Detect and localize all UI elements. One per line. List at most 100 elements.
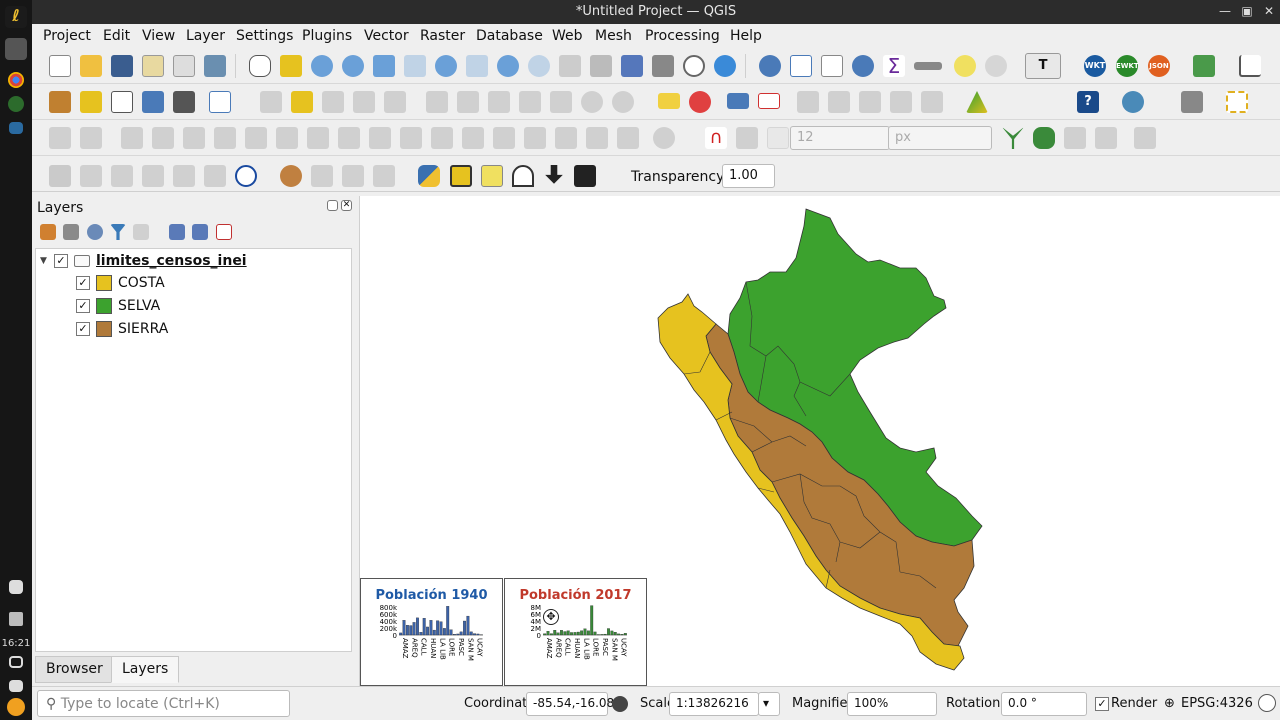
show-hide-labels-icon[interactable] [797, 91, 819, 113]
menu-project[interactable]: Project [43, 28, 91, 44]
copy-move-icon[interactable] [173, 165, 195, 187]
add-part-icon[interactable] [214, 127, 236, 149]
group-visibility-checkbox[interactable]: ✓ [54, 254, 68, 268]
add-layer-icon[interactable] [1193, 55, 1215, 77]
zoom-selection-icon[interactable] [404, 55, 426, 77]
qgis-task-icon[interactable] [8, 96, 24, 112]
zoom-next-icon[interactable] [528, 55, 550, 77]
delete-ring-icon[interactable] [276, 127, 298, 149]
shape-digitize-icon[interactable] [653, 127, 675, 149]
style-layer-icon[interactable] [40, 224, 56, 240]
layer-visibility-checkbox[interactable]: ✓ [76, 299, 90, 313]
text-annotation-icon[interactable]: T [1025, 53, 1061, 79]
select-features-icon[interactable] [1226, 91, 1248, 113]
snapping-tolerance-input[interactable]: 12 [790, 126, 890, 150]
chevron-down-icon[interactable]: ▼ [40, 256, 54, 266]
wkt-icon[interactable]: WKT [1084, 55, 1106, 77]
highlight-pinned-labels-icon[interactable] [727, 93, 749, 109]
print-icon[interactable] [1181, 91, 1203, 113]
transparency-input[interactable]: 1.00 [722, 164, 775, 188]
move-feature-icon[interactable] [80, 127, 102, 149]
new-geopackage-icon[interactable] [80, 91, 102, 113]
menu-layer[interactable]: Layer [186, 28, 225, 44]
add-group-icon[interactable] [63, 224, 79, 240]
remove-layer-icon[interactable] [216, 224, 232, 240]
menu-mesh[interactable]: Mesh [595, 28, 632, 44]
georeferencer-icon[interactable] [966, 91, 988, 113]
field-calculator-icon[interactable] [821, 55, 843, 77]
snap-intersection-icon[interactable] [1002, 127, 1024, 149]
style-manager-icon[interactable] [204, 55, 226, 77]
manage-visibility-icon[interactable] [87, 224, 103, 240]
menu-web[interactable]: Web [552, 28, 583, 44]
close-icon[interactable]: ✕ [1260, 2, 1278, 20]
layer-visibility-checkbox[interactable]: ✓ [76, 322, 90, 336]
delete-part-icon[interactable] [307, 127, 329, 149]
os-launcher-icon[interactable]: ℓ [5, 6, 27, 28]
volume-icon[interactable] [9, 612, 23, 626]
processing-toolbox-icon[interactable] [852, 55, 874, 77]
menu-vector[interactable]: Vector [364, 28, 409, 44]
cut-features-icon[interactable] [488, 91, 510, 113]
ewkt-icon[interactable]: EWKT [1116, 55, 1139, 77]
messages-icon[interactable] [1258, 694, 1276, 712]
label-tool-icon[interactable] [658, 93, 680, 109]
avoid-overlap-icon[interactable] [1064, 127, 1086, 149]
offset-curve-icon[interactable] [369, 127, 391, 149]
crs-label[interactable]: EPSG:4326 [1181, 696, 1253, 711]
camera-icon[interactable] [9, 680, 23, 692]
info-tool-icon[interactable] [235, 165, 257, 187]
menu-processing[interactable]: Processing [645, 28, 720, 44]
pan-icon[interactable] [249, 55, 271, 77]
vertex-add-icon[interactable] [80, 165, 102, 187]
folder-icon[interactable] [9, 122, 23, 134]
toggle-editing-icon[interactable] [291, 91, 313, 113]
zoom-last-icon[interactable] [497, 55, 519, 77]
measure-icon[interactable] [914, 62, 942, 70]
rotate-feature-icon[interactable] [121, 127, 143, 149]
identify-icon[interactable] [759, 55, 781, 77]
snapping-type-icon[interactable] [767, 127, 789, 149]
layer-group-row[interactable]: ▼ ✓ limites_censos_inei [40, 250, 247, 272]
zoom-full-icon[interactable] [373, 55, 395, 77]
filter-expression-icon[interactable] [133, 224, 149, 240]
vertex-tool-icon[interactable] [384, 91, 406, 113]
snapping-magnet-icon[interactable]: ∩ [705, 127, 727, 149]
refresh-icon[interactable] [714, 55, 736, 77]
new-project-icon[interactable] [49, 55, 71, 77]
tab-browser[interactable]: Browser [35, 656, 114, 683]
duplicate-icon[interactable] [204, 165, 226, 187]
zoom-out-icon[interactable] [342, 55, 364, 77]
panel-float-icon[interactable] [327, 200, 338, 211]
plugin-b-icon[interactable] [311, 165, 333, 187]
print-layout-icon[interactable] [173, 55, 195, 77]
rotation-field[interactable]: 0.0 ° [1001, 692, 1087, 716]
files-icon[interactable] [5, 38, 27, 60]
tab-layers[interactable]: Layers [111, 656, 180, 683]
data-source-manager-icon[interactable] [49, 91, 71, 113]
save-plugin-icon[interactable] [574, 165, 596, 187]
speedometer-icon[interactable] [512, 165, 534, 187]
plugin-sheet-icon[interactable] [481, 165, 503, 187]
copy-features-icon[interactable] [519, 91, 541, 113]
undo-icon[interactable] [581, 91, 603, 113]
chrome-icon[interactable] [8, 72, 24, 88]
panel-close-icon[interactable]: ✕ [341, 200, 352, 211]
menu-view[interactable]: View [142, 28, 175, 44]
snapping-units-select[interactable]: px [888, 126, 992, 150]
diagram-options-icon[interactable] [689, 91, 711, 113]
simplify-icon[interactable] [152, 127, 174, 149]
self-snapping-icon[interactable] [1095, 127, 1117, 149]
minimize-icon[interactable]: — [1216, 2, 1234, 20]
temporal-controller-icon[interactable] [683, 55, 705, 77]
delete-selected-icon[interactable] [457, 91, 479, 113]
show-bookmarks-icon[interactable] [652, 55, 674, 77]
open-project-icon[interactable] [80, 55, 102, 77]
layer-visibility-checkbox[interactable]: ✓ [76, 276, 90, 290]
recorder-icon[interactable] [7, 698, 25, 716]
offset-point-icon[interactable] [555, 127, 577, 149]
rotate-symbols-icon[interactable] [524, 127, 546, 149]
pin-labels-icon[interactable] [758, 93, 780, 109]
magnifier-field[interactable]: 100% [847, 692, 937, 716]
rotate-label-icon[interactable] [859, 91, 881, 113]
